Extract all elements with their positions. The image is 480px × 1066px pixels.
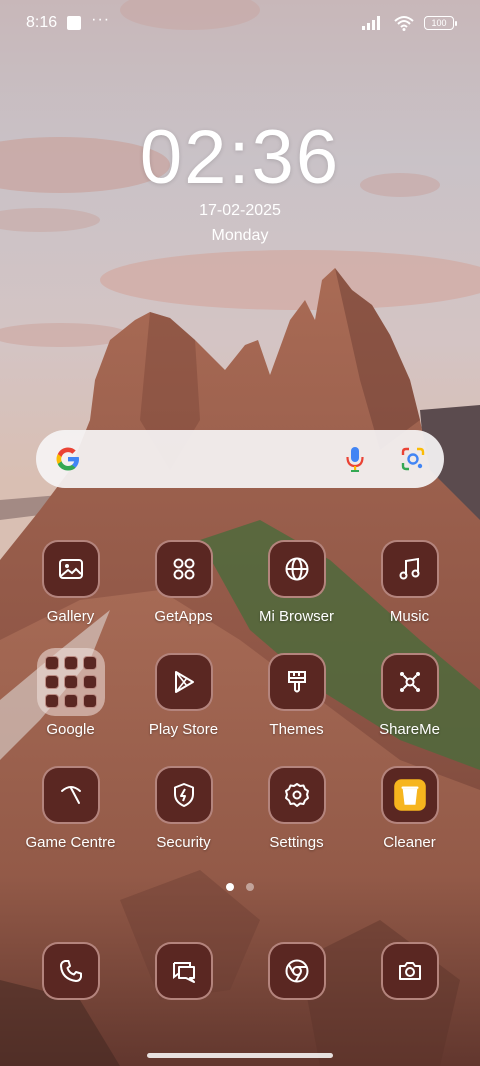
app-label: Themes (269, 721, 324, 738)
four-circles-icon (154, 540, 213, 598)
clock-date: 17-02-2025 (199, 202, 281, 219)
app-label: Google (46, 721, 95, 738)
gear-icon (267, 766, 326, 824)
page-dot (246, 883, 254, 891)
image-icon (41, 540, 100, 598)
app-security[interactable]: Security (127, 766, 240, 855)
page-dot-active (226, 883, 234, 891)
app-themes[interactable]: Themes (240, 653, 353, 742)
phone-icon (41, 942, 100, 1000)
google-logo-icon (56, 447, 79, 471)
app-settings[interactable]: Settings (240, 766, 353, 855)
signal-icon (362, 16, 380, 30)
google-lens-icon[interactable] (400, 446, 426, 472)
dock-chrome[interactable] (240, 942, 353, 1002)
clock-weekday: Monday (211, 227, 269, 244)
battery-icon: 100 (424, 16, 457, 30)
chrome-icon (267, 942, 326, 1000)
paint-brush-icon (267, 653, 326, 711)
folder-icon (36, 648, 105, 716)
app-mi-browser[interactable]: Mi Browser (240, 540, 353, 629)
share-nodes-icon (380, 653, 439, 711)
wifi-icon (394, 16, 414, 31)
app-label: Play Store (148, 721, 219, 738)
trash-can-icon (380, 766, 439, 824)
page-indicator (0, 883, 480, 891)
more-dots-icon: ··· (91, 11, 111, 28)
status-time: 8:16 (26, 14, 58, 31)
app-grid: Gallery GetApps Mi Browser Music Google … (14, 540, 466, 855)
folder-google[interactable]: Google (14, 648, 127, 742)
google-search-bar[interactable] (36, 430, 444, 488)
app-music[interactable]: Music (353, 540, 466, 629)
dock-phone[interactable] (14, 942, 127, 1002)
app-label: Settings (269, 834, 324, 851)
status-bar: 8:16 ··· 100 (0, 0, 480, 46)
game-centre-icon (41, 766, 100, 824)
clock-time[interactable]: 02:36 (0, 114, 480, 201)
messages-icon (154, 942, 213, 1000)
shield-bolt-icon (154, 766, 213, 824)
app-label: Gallery (46, 608, 95, 625)
app-label: Cleaner (383, 834, 436, 851)
app-label: Music (389, 608, 430, 625)
microphone-icon[interactable] (344, 445, 366, 473)
music-note-icon (380, 540, 439, 598)
dock (14, 942, 466, 1002)
square-notification-icon (67, 16, 82, 30)
globe-icon (267, 540, 326, 598)
play-triangle-icon (154, 653, 213, 711)
home-indicator[interactable] (147, 1053, 333, 1058)
app-label: Mi Browser (258, 608, 334, 625)
dock-messages[interactable] (127, 942, 240, 1002)
app-label: Security (156, 834, 211, 851)
app-cleaner[interactable]: Cleaner (353, 766, 466, 855)
app-label: GetApps (154, 608, 213, 625)
app-label: ShareMe (379, 721, 440, 738)
app-shareme[interactable]: ShareMe (353, 653, 466, 742)
app-play-store[interactable]: Play Store (127, 653, 240, 742)
app-label: Game Centre (25, 834, 116, 851)
app-gallery[interactable]: Gallery (14, 540, 127, 629)
app-game-centre[interactable]: Game Centre (14, 766, 127, 855)
camera-icon (380, 942, 439, 1000)
app-getapps[interactable]: GetApps (127, 540, 240, 629)
dock-camera[interactable] (353, 942, 466, 1002)
